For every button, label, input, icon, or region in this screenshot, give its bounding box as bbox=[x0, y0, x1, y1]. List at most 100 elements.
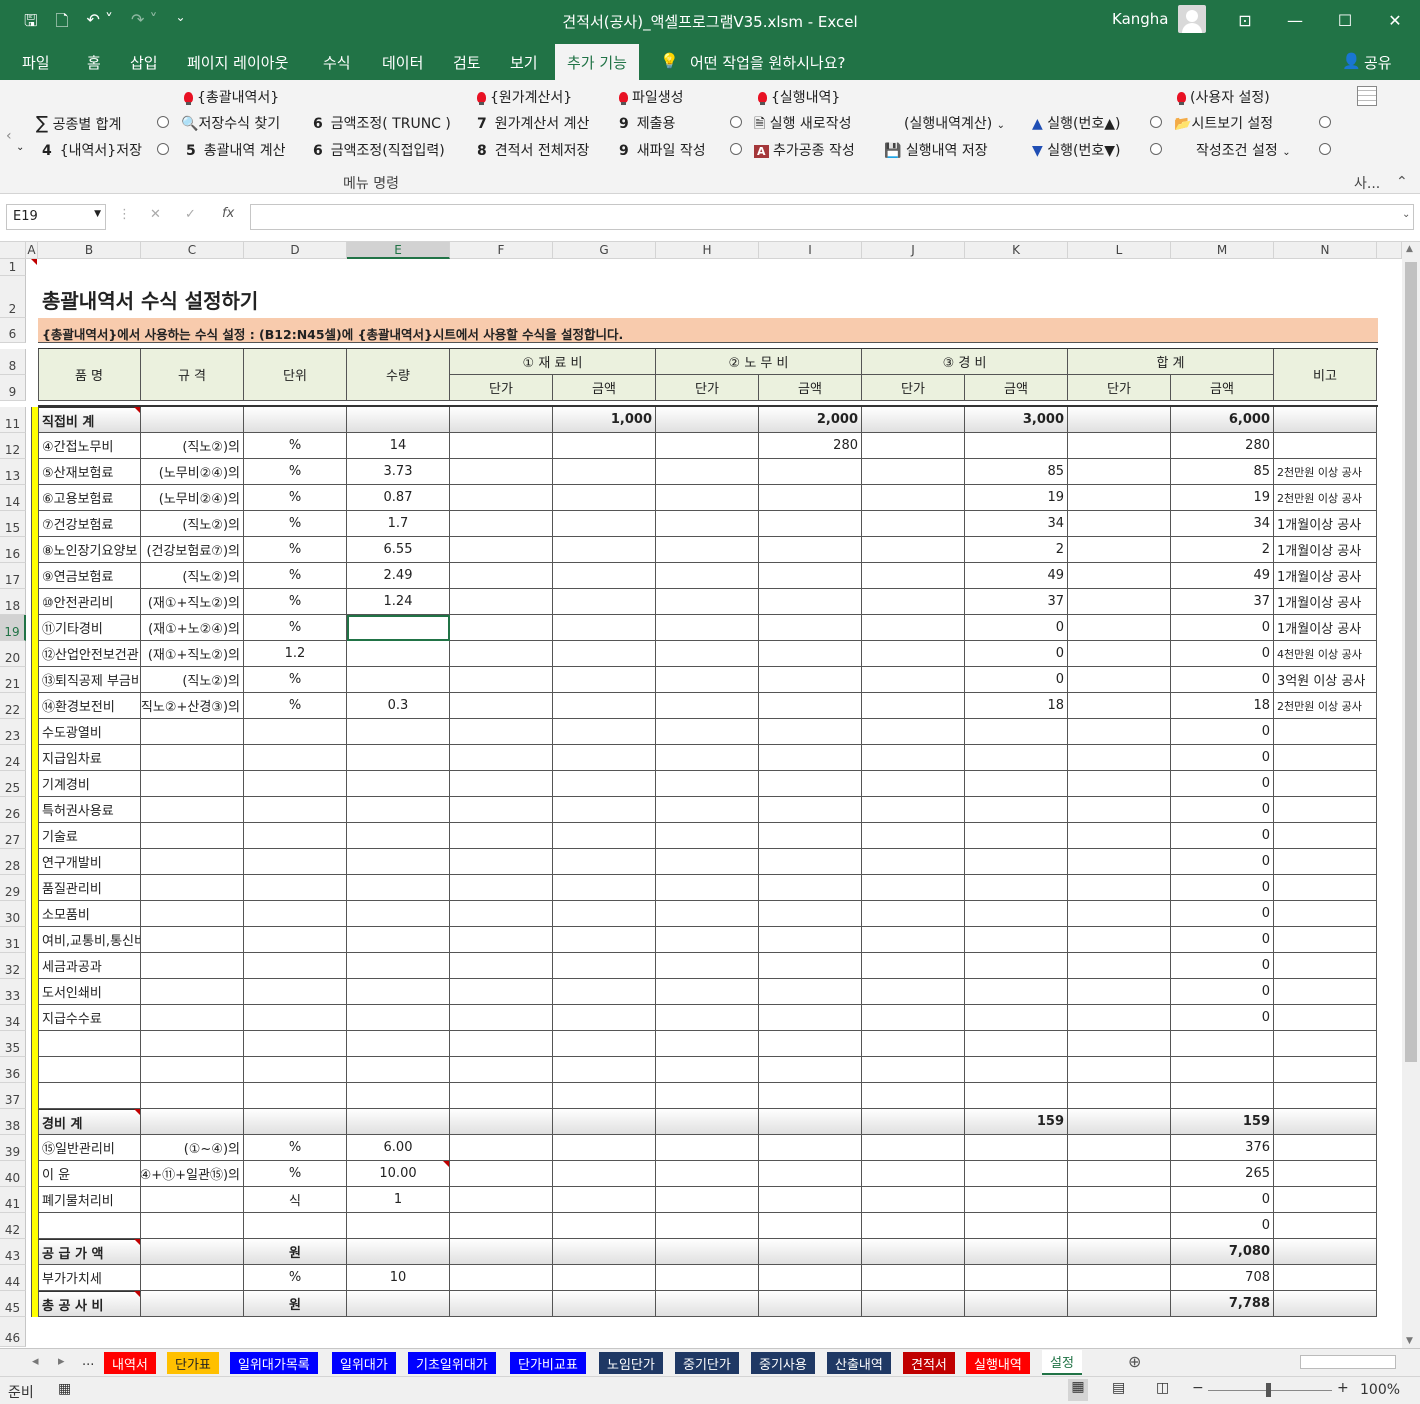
cell-l15[interactable] bbox=[1068, 511, 1171, 537]
cell-h34[interactable] bbox=[656, 1005, 759, 1031]
cell-e13[interactable]: 3.73 bbox=[347, 459, 450, 485]
cell-i29[interactable] bbox=[759, 875, 862, 901]
exec-save-button[interactable]: 💾 실행내역 저장 bbox=[884, 140, 988, 160]
cell-e35[interactable] bbox=[347, 1031, 450, 1057]
cell-b11[interactable]: 직접비 계 bbox=[38, 407, 141, 433]
cell-h36[interactable] bbox=[656, 1057, 759, 1083]
cell-l43[interactable] bbox=[1068, 1239, 1171, 1265]
cell-c29[interactable] bbox=[141, 875, 244, 901]
cell-f33[interactable] bbox=[450, 979, 553, 1005]
horizontal-scrollbar[interactable] bbox=[1300, 1355, 1396, 1369]
row-header-37[interactable]: 37 bbox=[0, 1083, 26, 1109]
sheet-tab-4[interactable]: 기초일위대가 bbox=[408, 1352, 496, 1374]
radio-1[interactable] bbox=[157, 115, 169, 131]
cell-h25[interactable] bbox=[656, 771, 759, 797]
trunc-button[interactable]: 6 금액조정( TRUNC ) bbox=[313, 113, 451, 133]
cell-k20[interactable]: 0 bbox=[965, 641, 1068, 667]
cell-g38[interactable] bbox=[553, 1109, 656, 1135]
cell-n33[interactable] bbox=[1274, 979, 1377, 1005]
cell-b44[interactable]: 부가가치세 bbox=[38, 1265, 141, 1291]
cell-n30[interactable] bbox=[1274, 901, 1377, 927]
cell-m32[interactable]: 0 bbox=[1171, 953, 1274, 979]
row-header-1[interactable]: 1 bbox=[0, 259, 26, 276]
cell-f28[interactable] bbox=[450, 849, 553, 875]
cell-i24[interactable] bbox=[759, 745, 862, 771]
save-estimate-button[interactable]: 4 {내역서}저장 bbox=[42, 140, 142, 160]
cell-g20[interactable] bbox=[553, 641, 656, 667]
cell-h22[interactable] bbox=[656, 693, 759, 719]
sum-by-trade-button[interactable]: ∑ 공종별 합계 bbox=[36, 113, 121, 134]
row-header-40[interactable]: 40 bbox=[0, 1161, 26, 1187]
cell-d31[interactable] bbox=[244, 927, 347, 953]
cell-g16[interactable] bbox=[553, 537, 656, 563]
cell-h35[interactable] bbox=[656, 1031, 759, 1057]
cell-k11[interactable]: 3,000 bbox=[965, 407, 1068, 433]
cell-m29[interactable]: 0 bbox=[1171, 875, 1274, 901]
cell-g15[interactable] bbox=[553, 511, 656, 537]
cell-l24[interactable] bbox=[1068, 745, 1171, 771]
maximize-icon[interactable]: ☐ bbox=[1320, 0, 1370, 40]
cell-g13[interactable] bbox=[553, 459, 656, 485]
cell-i16[interactable] bbox=[759, 537, 862, 563]
cell-l33[interactable] bbox=[1068, 979, 1171, 1005]
cell-d12[interactable]: % bbox=[244, 433, 347, 459]
tab-review[interactable]: 검토 bbox=[453, 52, 481, 73]
cell-g25[interactable] bbox=[553, 771, 656, 797]
normal-view-icon[interactable]: ▦ bbox=[1068, 1379, 1088, 1401]
page-break-icon[interactable]: ◫ bbox=[1156, 1380, 1169, 1396]
cell-h33[interactable] bbox=[656, 979, 759, 1005]
radio-5[interactable] bbox=[157, 142, 169, 158]
next-sheet-icon[interactable]: ▸ bbox=[50, 1352, 73, 1374]
cell-f13[interactable] bbox=[450, 459, 553, 485]
column-header-f[interactable]: F bbox=[450, 242, 553, 259]
row-header-30[interactable]: 30 bbox=[0, 901, 26, 927]
cell-h27[interactable] bbox=[656, 823, 759, 849]
cell-e23[interactable] bbox=[347, 719, 450, 745]
row-header-8[interactable]: 8 bbox=[0, 349, 26, 375]
cell-f17[interactable] bbox=[450, 563, 553, 589]
cell-c17[interactable]: (직노②)의 bbox=[141, 563, 244, 589]
cell-f40[interactable] bbox=[450, 1161, 553, 1187]
cell-c31[interactable] bbox=[141, 927, 244, 953]
cell-g29[interactable] bbox=[553, 875, 656, 901]
vertical-scrollbar[interactable]: ▲ ▼ bbox=[1402, 242, 1420, 1348]
cell-k18[interactable]: 37 bbox=[965, 589, 1068, 615]
cell-n11[interactable] bbox=[1274, 407, 1377, 433]
cell-f45[interactable] bbox=[450, 1291, 553, 1317]
sheet-view-button[interactable]: 📂시트보기 설정 bbox=[1174, 113, 1273, 133]
cell-g19[interactable] bbox=[553, 615, 656, 641]
cell-k26[interactable] bbox=[965, 797, 1068, 823]
cell-c40[interactable]: ④+⑪+일관⑮)의 bbox=[141, 1161, 244, 1187]
scroll-thumb[interactable] bbox=[1405, 262, 1417, 1062]
cell-n29[interactable] bbox=[1274, 875, 1377, 901]
sheet-tab-12[interactable]: 설정 bbox=[1042, 1350, 1082, 1375]
cell-j18[interactable] bbox=[862, 589, 965, 615]
cell-j21[interactable] bbox=[862, 667, 965, 693]
cell-g14[interactable] bbox=[553, 485, 656, 511]
scroll-left-icon[interactable]: ‹ bbox=[6, 128, 12, 144]
cell-f38[interactable] bbox=[450, 1109, 553, 1135]
cell-d43[interactable]: 원 bbox=[244, 1239, 347, 1265]
cell-d36[interactable] bbox=[244, 1057, 347, 1083]
cell-j41[interactable] bbox=[862, 1187, 965, 1213]
cell-b39[interactable]: ⑮일반관리비 bbox=[38, 1135, 141, 1161]
cell-d32[interactable] bbox=[244, 953, 347, 979]
cell-l41[interactable] bbox=[1068, 1187, 1171, 1213]
cell-f18[interactable] bbox=[450, 589, 553, 615]
save-all-button[interactable]: 8 견적서 전체저장 bbox=[477, 140, 589, 160]
cell-l17[interactable] bbox=[1068, 563, 1171, 589]
row-header-25[interactable]: 25 bbox=[0, 771, 26, 797]
cell-h12[interactable] bbox=[656, 433, 759, 459]
cell-n20[interactable]: 4천만원 이상 공사 bbox=[1274, 641, 1377, 667]
cell-j44[interactable] bbox=[862, 1265, 965, 1291]
cell-l23[interactable] bbox=[1068, 719, 1171, 745]
cell-b24[interactable]: 지급임차료 bbox=[38, 745, 141, 771]
cell-n38[interactable] bbox=[1274, 1109, 1377, 1135]
cell-e26[interactable] bbox=[347, 797, 450, 823]
name-box[interactable]: E19 ▼ bbox=[6, 204, 106, 230]
cell-e16[interactable]: 6.55 bbox=[347, 537, 450, 563]
cell-c14[interactable]: (노무비②④)의 bbox=[141, 485, 244, 511]
cell-e27[interactable] bbox=[347, 823, 450, 849]
cell-g23[interactable] bbox=[553, 719, 656, 745]
cell-d33[interactable] bbox=[244, 979, 347, 1005]
